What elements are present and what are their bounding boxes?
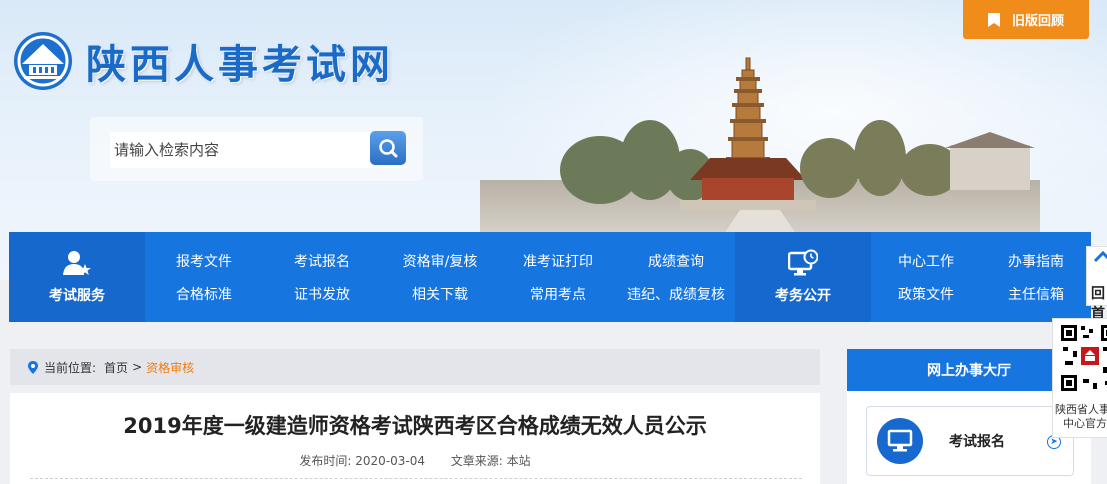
nav-link-score-query[interactable]: 成绩查询 xyxy=(648,251,704,271)
breadcrumb-prefix: 当前位置: xyxy=(44,360,97,375)
article-divider xyxy=(30,478,802,479)
source: 本站 xyxy=(506,454,531,468)
qr-widget: 陕西省人事 中心官方 xyxy=(1052,318,1107,438)
qr-caption-line1: 陕西省人事 xyxy=(1055,403,1107,416)
user-service-icon xyxy=(63,251,91,275)
bookmark-icon xyxy=(987,12,1000,27)
qr-caption-line2: 中心官方 xyxy=(1063,417,1107,430)
nav-link-policy-docs[interactable]: 政策文件 xyxy=(898,284,954,304)
monitor-clock-icon xyxy=(788,249,818,276)
nav-link-certificate-issuance[interactable]: 证书发放 xyxy=(294,284,350,304)
nav-column: 中心工作 政策文件 xyxy=(871,232,981,322)
nav-link-registration-docs[interactable]: 报考文件 xyxy=(176,251,232,271)
qr-code-image xyxy=(1059,323,1107,393)
nav-column: 资格审/复核 相关下载 xyxy=(381,232,499,322)
nav-exam-public-label: 考务公开 xyxy=(775,288,831,304)
publish-time: 2020-03-04 xyxy=(355,454,426,468)
article-card: 2019年度一级建造师资格考试陕西考区合格成绩无效人员公示 发布时间: 2020… xyxy=(10,393,820,484)
article-meta: 发布时间: 2020-03-04 文章来源: 本站 xyxy=(10,452,820,469)
nav-link-qualification-review[interactable]: 资格审/复核 xyxy=(403,251,478,271)
nav-exam-public[interactable]: 考务公开 xyxy=(735,232,871,322)
arrow-up-icon xyxy=(1093,250,1107,263)
nav-link-service-guide[interactable]: 办事指南 xyxy=(1008,251,1064,271)
site-title: 陕西人事考试网 xyxy=(86,41,394,88)
monitor-icon xyxy=(877,418,923,464)
main-nav: 考试服务 报考文件 合格标准 考试报名 证书发放 资格审/复核 相关下载 准考证… xyxy=(9,232,1091,322)
breadcrumb-separator: > xyxy=(132,360,143,374)
nav-link-admission-ticket[interactable]: 准考证打印 xyxy=(523,251,593,271)
nav-link-center-work[interactable]: 中心工作 xyxy=(898,251,954,271)
nav-exam-service-label: 考试服务 xyxy=(49,288,105,304)
search-button[interactable] xyxy=(370,131,406,165)
nav-link-test-centers[interactable]: 常用考点 xyxy=(530,284,586,304)
article-title: 2019年度一级建造师资格考试陕西考区合格成绩无效人员公示 xyxy=(123,414,707,438)
nav-column: 考试报名 证书发放 xyxy=(263,232,381,322)
exam-registration-label: 考试报名 xyxy=(949,434,1005,450)
search-icon xyxy=(379,139,398,158)
nav-left-columns: 报考文件 合格标准 考试报名 证书发放 资格审/复核 相关下载 准考证打印 常用… xyxy=(145,232,735,322)
nav-link-downloads[interactable]: 相关下载 xyxy=(412,284,468,304)
old-version-label: 旧版回顾 xyxy=(1011,14,1064,29)
back-home-float[interactable]: 回首 xyxy=(1086,246,1107,322)
nav-column: 办事指南 主任信箱 xyxy=(981,232,1091,322)
big-wild-goose-pagoda-illustration xyxy=(480,57,1040,240)
old-version-button[interactable]: 旧版回顾 xyxy=(963,0,1089,39)
nav-column: 报考文件 合格标准 xyxy=(145,232,263,322)
nav-link-qualification-standard[interactable]: 合格标准 xyxy=(176,284,232,304)
search-input[interactable] xyxy=(110,132,405,168)
source-label: 文章来源: xyxy=(450,454,503,468)
nav-right-columns: 中心工作 政策文件 办事指南 主任信箱 xyxy=(871,232,1091,322)
nav-exam-service[interactable]: 考试服务 xyxy=(9,232,145,322)
publish-time-label: 发布时间: xyxy=(299,454,352,468)
nav-column: 成绩查询 违纪、成绩复核 xyxy=(617,232,735,322)
location-pin-icon xyxy=(28,360,38,374)
nav-link-score-review[interactable]: 违纪、成绩复核 xyxy=(627,284,725,304)
nav-link-exam-registration[interactable]: 考试报名 xyxy=(294,251,350,271)
breadcrumb-current[interactable]: 资格审核 xyxy=(146,359,194,376)
breadcrumb: 当前位置: 首页 > 资格审核 xyxy=(10,349,820,385)
qr-caption: 陕西省人事 中心官方 xyxy=(1055,403,1107,431)
nav-link-director-mailbox[interactable]: 主任信箱 xyxy=(1008,284,1064,304)
exam-registration-button[interactable]: 考试报名 ➤ xyxy=(866,406,1074,476)
site-emblem-icon xyxy=(14,32,72,90)
float-home-label: 回首 xyxy=(1091,286,1105,322)
site-logo[interactable]: 陕西人事考试网 xyxy=(12,30,394,92)
nav-column: 准考证打印 常用考点 xyxy=(499,232,617,322)
breadcrumb-home[interactable]: 首页 xyxy=(104,359,128,376)
